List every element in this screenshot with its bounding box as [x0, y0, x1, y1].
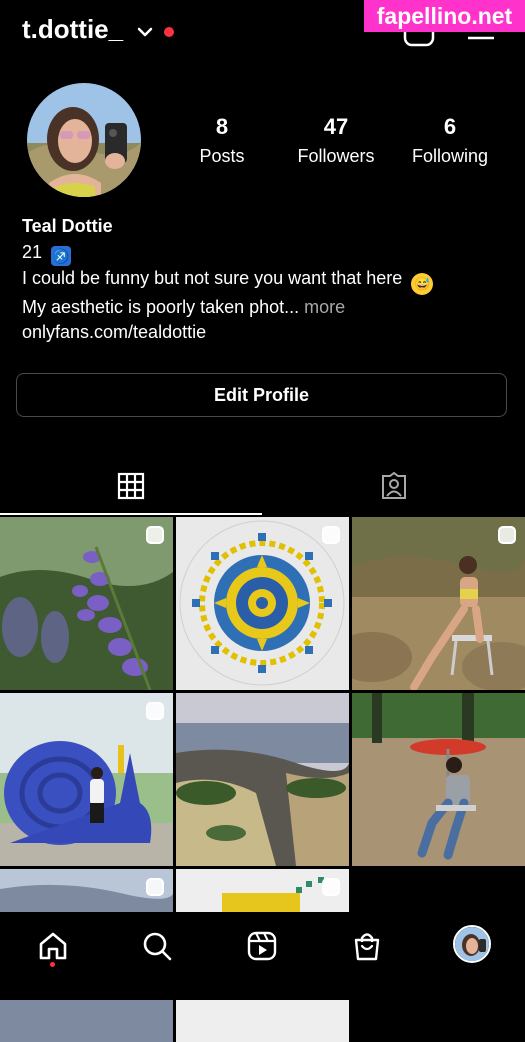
- bio-line-2-text: My aesthetic is poorly taken phot...: [22, 296, 300, 317]
- grid-post-1[interactable]: [0, 517, 173, 690]
- bio-line-1-text: I could be funny but not sure you want t…: [22, 267, 403, 288]
- grid-post-6[interactable]: [352, 693, 525, 866]
- multi-post-icon: [498, 526, 516, 544]
- watermark: fapellino.net: [364, 0, 525, 32]
- posts-count: 8: [215, 114, 229, 139]
- grid-icon: [117, 472, 145, 500]
- active-tab-indicator: [0, 513, 262, 515]
- grinning-sweat-emoji-icon: 😅: [411, 272, 434, 295]
- following-stat[interactable]: 6 Following: [385, 114, 515, 167]
- home-active-dot: [50, 962, 55, 967]
- edit-profile-button[interactable]: Edit Profile: [16, 373, 507, 417]
- age-line: 21 ♐: [22, 240, 502, 266]
- nav-home[interactable]: [35, 928, 71, 964]
- nav-search[interactable]: [139, 928, 175, 964]
- tab-tagged[interactable]: [263, 458, 525, 514]
- grid-post-3[interactable]: [352, 517, 525, 690]
- grid-post-4[interactable]: [0, 693, 173, 866]
- multi-post-icon: [322, 526, 340, 544]
- search-icon: [143, 932, 172, 961]
- bio-more-link[interactable]: more: [304, 297, 345, 317]
- multi-post-icon: [146, 702, 164, 720]
- home-icon: [39, 932, 67, 960]
- shop-icon: [354, 933, 380, 961]
- notification-dot: [164, 27, 174, 37]
- reels-icon: [247, 931, 277, 961]
- bio-line-2: My aesthetic is poorly taken phot... mor…: [22, 295, 502, 321]
- chevron-down-icon[interactable]: [136, 24, 154, 40]
- multi-post-icon: [322, 878, 340, 896]
- age-text: 21: [22, 241, 43, 262]
- posts-stat[interactable]: 8 Posts: [157, 114, 287, 167]
- profile-avatar[interactable]: [27, 83, 141, 197]
- nav-reels[interactable]: [244, 928, 280, 964]
- following-label: Following: [411, 146, 489, 166]
- bottom-navigation: [0, 912, 525, 1000]
- display-name: Teal Dottie: [22, 216, 113, 236]
- bio-line-1: I could be funny but not sure you want t…: [22, 266, 502, 295]
- followers-stat[interactable]: 47 Followers: [271, 114, 401, 167]
- multi-post-icon: [146, 526, 164, 544]
- multi-post-icon: [146, 878, 164, 896]
- grid-post-2[interactable]: [176, 517, 349, 690]
- username[interactable]: t.dottie_: [22, 14, 123, 45]
- tab-posts-grid[interactable]: [0, 458, 262, 514]
- followers-label: Followers: [297, 146, 375, 166]
- following-count: 6: [443, 114, 457, 139]
- followers-count: 47: [323, 114, 349, 139]
- sagittarius-icon: ♐: [51, 245, 72, 266]
- posts-label: Posts: [199, 146, 245, 166]
- nav-profile-avatar[interactable]: [453, 925, 491, 963]
- grid-post-5[interactable]: [176, 693, 349, 866]
- tagged-icon: [382, 471, 406, 499]
- nav-shop[interactable]: [349, 928, 385, 964]
- profile-bio: Teal Dottie 21 ♐ I could be funny but no…: [22, 214, 502, 346]
- bio-link[interactable]: onlyfans.com/tealdottie: [22, 320, 502, 346]
